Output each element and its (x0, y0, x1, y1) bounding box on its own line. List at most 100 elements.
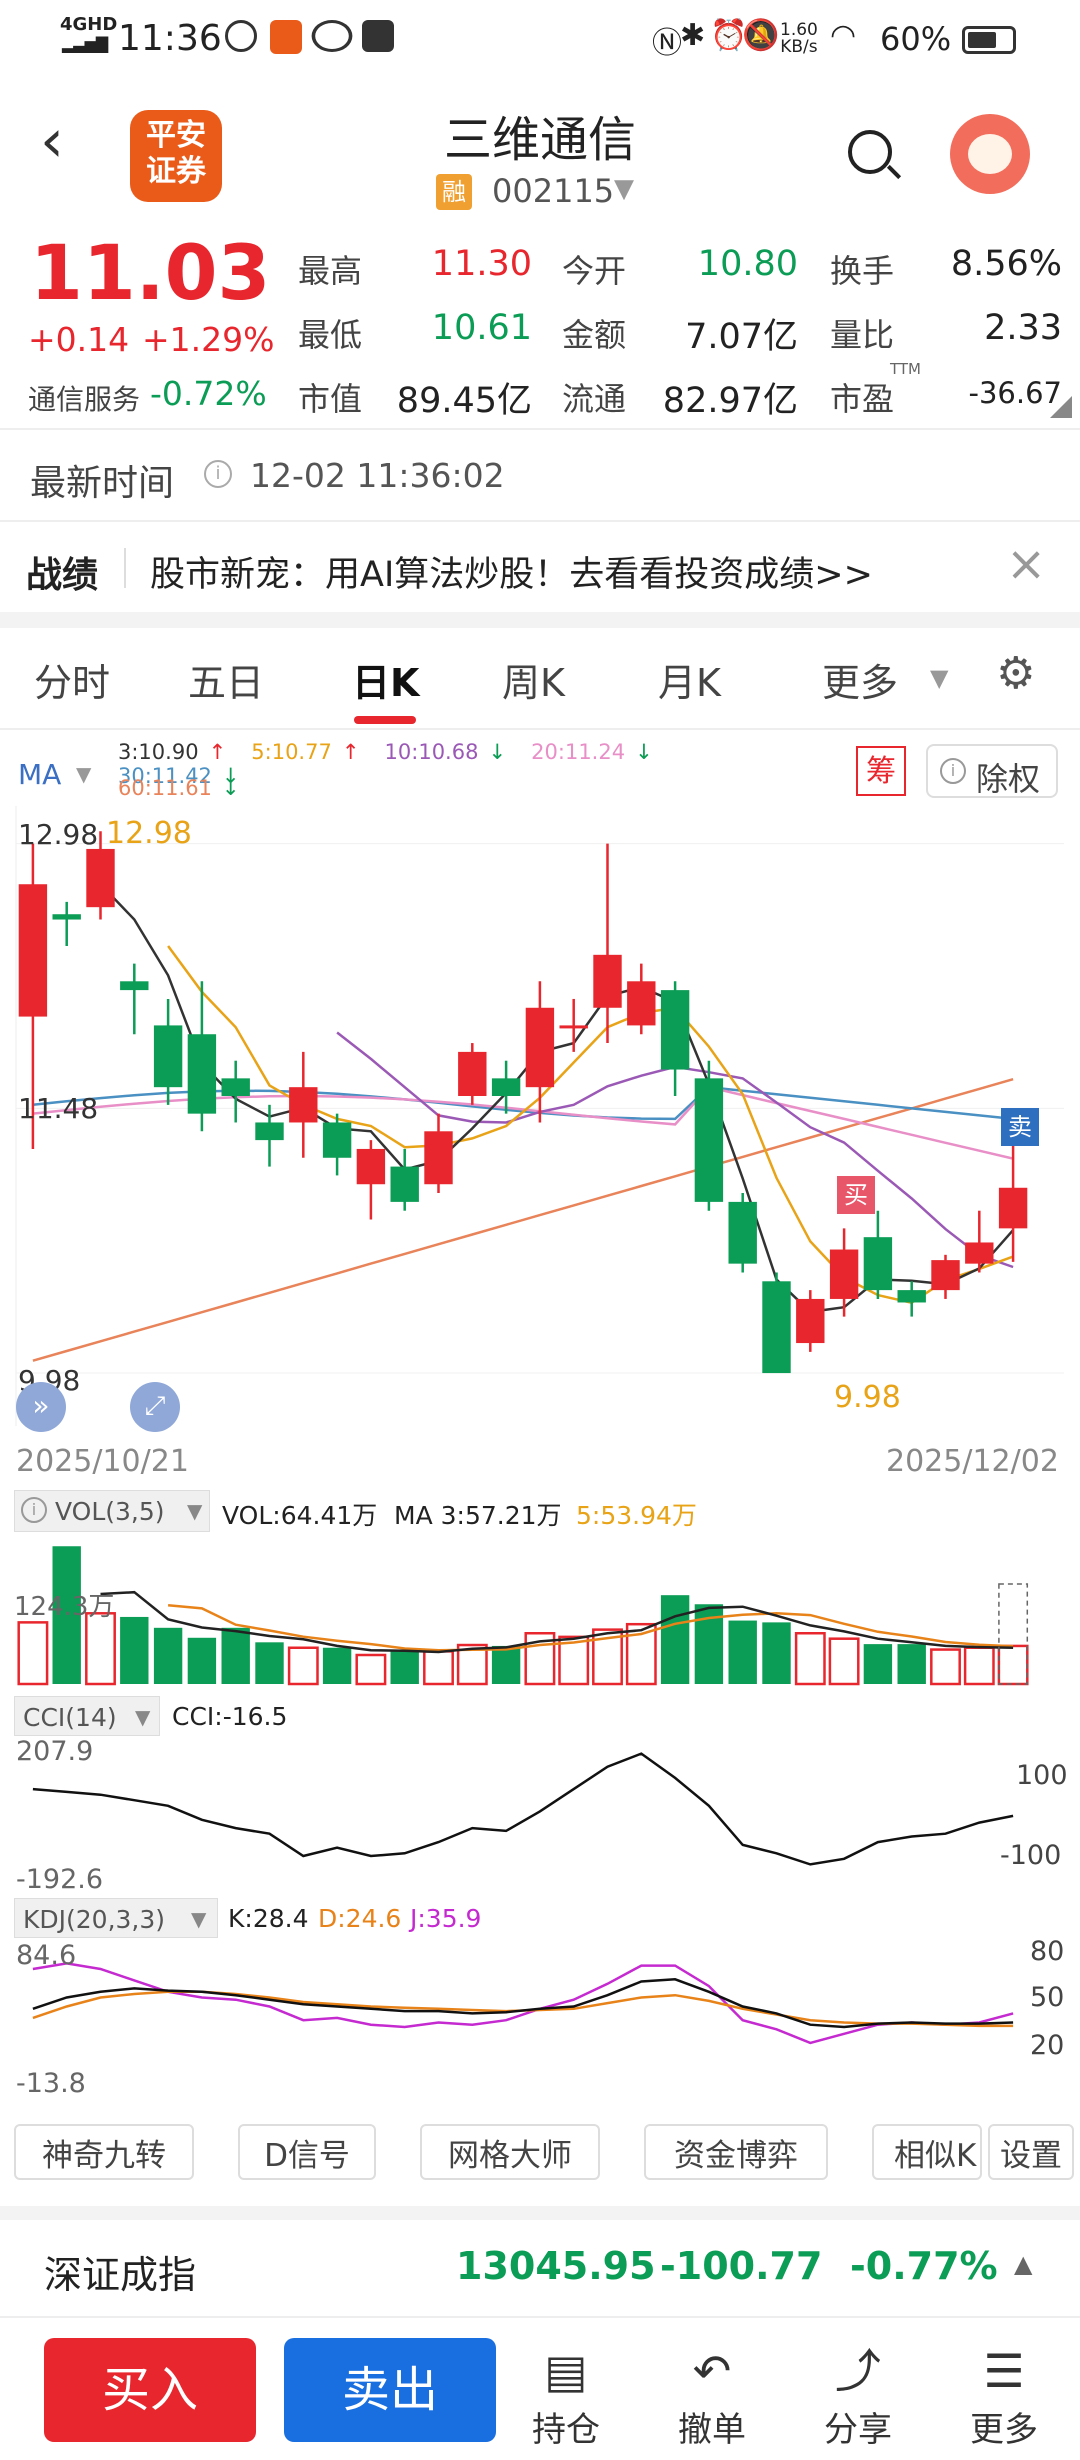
candle-body (221, 1078, 250, 1096)
scroll-left-icon[interactable]: » (16, 1382, 66, 1432)
assistant-avatar[interactable] (950, 114, 1030, 194)
cci-line (32, 1752, 1014, 1866)
tab-more[interactable]: 更多 (822, 652, 898, 707)
tab-weekly-k[interactable]: 周K (502, 652, 565, 707)
kline-chart[interactable] (0, 806, 1080, 1446)
candle-body (694, 1078, 724, 1202)
search-icon[interactable] (848, 130, 902, 180)
index-change-percent: -0.77% (850, 2244, 998, 2288)
more-menu-icon: ☰ (983, 2344, 1025, 2398)
wifi-icon: ◠ (830, 18, 857, 53)
settings-gear-icon[interactable]: ⚙ (996, 648, 1035, 699)
volume-ratio-value: 2.33 (984, 308, 1062, 348)
share-icon: ⤴ (835, 2344, 881, 2398)
fullscreen-icon[interactable]: ⤢ (130, 1382, 180, 1432)
kdj-header: KDJ(20,3,3) ▼ K:28.4 D:24.6 J:35.9 (0, 1898, 1080, 1942)
volume-bar (997, 1644, 1029, 1686)
tool-d-signal[interactable]: D信号 (238, 2124, 376, 2180)
dropdown-icon: ▼ (191, 1907, 207, 1931)
ma-dropdown-icon[interactable]: ▼ (76, 762, 91, 786)
low-label: 最低 (298, 316, 363, 354)
stock-code-dropdown-icon[interactable]: ▼ (614, 174, 634, 204)
volume-bar (85, 1612, 116, 1686)
tool-magic-nine[interactable]: 神奇九转 (14, 2124, 194, 2180)
update-time-value: 12-02 11:36:02 (250, 456, 505, 495)
volume-bar (187, 1637, 217, 1684)
ex-rights-label: 除权 (976, 760, 1041, 798)
info-icon: i (940, 758, 966, 784)
candle-body (458, 1051, 487, 1096)
volume-bar (728, 1620, 757, 1684)
expand-up-icon[interactable]: ▲ (1014, 2250, 1032, 2278)
volume-forecast-box (998, 1583, 1029, 1685)
sector-change: -0.72% (150, 374, 267, 413)
candle-body (829, 1249, 859, 1299)
candle-body (18, 884, 48, 1017)
expand-corner-icon[interactable] (1050, 396, 1072, 418)
amount-label: 金额 (562, 316, 627, 354)
cci-indicator-selector[interactable]: CCI(14) ▼ (14, 1696, 160, 1736)
nav-cancel-order[interactable]: ↶ 撤单 (662, 2340, 762, 2451)
sell-signal-marker[interactable]: 卖 (1001, 1108, 1039, 1146)
status-bar: 4GHD ▂▃▅▇ 11:36 Ⓝ ✱ ⏰ 🔕 1.60 KB/s ◠ 60% (0, 0, 1080, 84)
close-icon[interactable]: × (1006, 536, 1046, 592)
tool-similar-k[interactable]: 相似K (872, 2124, 982, 2180)
index-ticker[interactable]: 深证成指 13045.95 -100.77 -0.77% ▲ (0, 2220, 1080, 2318)
volume-bar (930, 1648, 961, 1686)
ma60-row: 60:11.61 ↓ (118, 776, 260, 800)
price-change: +0.14 (28, 320, 130, 359)
period-tabs: 分时 五日 日K 周K 月K 更多 ▼ ⚙ (0, 628, 1080, 730)
turnover-label: 换手 (830, 252, 895, 290)
tab-monthly-k[interactable]: 月K (658, 652, 721, 707)
cci-value: CCI:-16.5 (172, 1702, 288, 1731)
nav-share[interactable]: ⤴ 分享 (808, 2340, 908, 2451)
ma5-value: 5:10.77 ↑ (251, 740, 360, 764)
candle-body (187, 1034, 217, 1114)
ma-selector[interactable]: MA (18, 758, 61, 791)
kdj-d-line (32, 1990, 1014, 2028)
buy-button[interactable]: 买入 (44, 2338, 256, 2442)
nav-positions[interactable]: ▤ 持仓 (516, 2340, 616, 2451)
cci-chart[interactable] (0, 1740, 1080, 1880)
positions-icon: ▤ (544, 2344, 588, 2398)
tab-five-day[interactable]: 五日 (188, 652, 264, 707)
info-icon[interactable]: i (204, 460, 232, 488)
sector-name[interactable]: 通信服务 (28, 378, 140, 418)
more-dropdown-icon[interactable]: ▼ (930, 664, 948, 692)
volume-chart[interactable] (0, 1534, 1080, 1694)
promo-bar[interactable]: 战绩 股市新宠：用AI算法炒股！去看看投资成绩>> × (0, 522, 1080, 612)
chip-distribution-button[interactable]: 筹 (856, 746, 906, 796)
promo-tag: 战绩 (26, 555, 99, 596)
volume-bar (897, 1644, 926, 1684)
sell-button[interactable]: 卖出 (284, 2338, 496, 2442)
y-axis-mid-label: 11.48 (18, 1092, 99, 1125)
kdj-chart[interactable] (0, 1942, 1080, 2092)
ex-rights-button[interactable]: i 除权 (926, 744, 1058, 798)
volume-indicator-selector[interactable]: i VOL(3,5) ▼ (14, 1490, 210, 1532)
dropdown-icon: ▼ (187, 1499, 203, 1523)
cci-header: CCI(14) ▼ CCI:-16.5 (0, 1696, 1080, 1740)
volume-bar (491, 1645, 521, 1684)
candle-body (525, 1007, 555, 1088)
tab-daily-k[interactable]: 日K (352, 652, 419, 707)
bluetooth-icon: ✱ (680, 18, 706, 53)
kdj-j-value: J:35.9 (410, 1904, 482, 1933)
promo-text[interactable]: 股市新宠：用AI算法炒股！去看看投资成绩>> (150, 546, 873, 597)
cci-max-label: 207.9 (16, 1736, 94, 1767)
tab-intraday[interactable]: 分时 (34, 652, 110, 707)
cci-low-line-label: -100 (1000, 1840, 1062, 1871)
kdj-indicator-selector[interactable]: KDJ(20,3,3) ▼ (14, 1898, 218, 1938)
candle-body (762, 1281, 791, 1374)
tool-fund-game[interactable]: 资金博弈 (644, 2124, 828, 2180)
volume-bar (221, 1627, 250, 1684)
pe-value: -36.67 (968, 376, 1063, 410)
open-label: 今开 (562, 252, 627, 290)
nav-more[interactable]: ☰ 更多 (954, 2340, 1054, 2451)
tool-settings[interactable]: 设置 (988, 2124, 1074, 2180)
kdj-max-label: 84.6 (16, 1940, 77, 1971)
section-gap (0, 2206, 1080, 2220)
tool-grid-master[interactable]: 网格大师 (420, 2124, 600, 2180)
buy-signal-marker[interactable]: 买 (837, 1176, 875, 1214)
volume-bar (423, 1650, 454, 1686)
index-change: -100.77 (660, 2244, 823, 2288)
